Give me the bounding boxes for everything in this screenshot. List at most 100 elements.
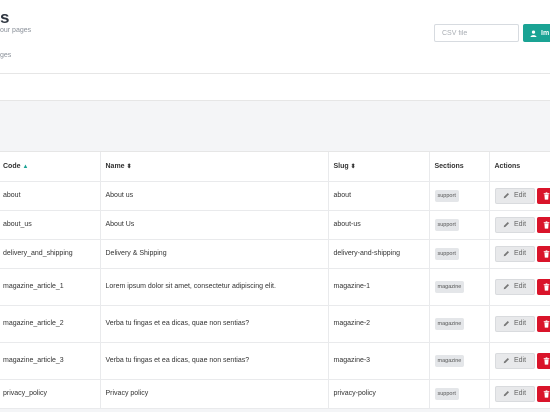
trash-icon (543, 282, 550, 291)
pencil-icon (503, 357, 509, 364)
cell-code: delivery_and_shipping (0, 239, 101, 269)
edit-button-label: Edit (513, 221, 527, 228)
row-actions: Edit (494, 315, 550, 332)
cell-actions: Edit (489, 305, 550, 343)
table-row: magazine_article_1 Lorem ipsum dolor sit … (0, 268, 550, 306)
pencil-icon (503, 221, 509, 228)
import-button[interactable]: Im (523, 24, 550, 42)
trash-icon (543, 220, 550, 229)
cell-sections: support (429, 379, 490, 409)
edit-button[interactable]: Edit (494, 278, 535, 295)
cell-sections: magazine (429, 342, 490, 380)
pencil-icon (503, 283, 509, 290)
section-badge: magazine (434, 317, 465, 330)
edit-button-label: Edit (513, 192, 527, 199)
cell-name: Verba tu fingas et ea dicas, quae non se… (100, 342, 329, 380)
trash-icon (543, 191, 550, 200)
cell-actions: Edit (489, 379, 550, 409)
table-row: about_us About Us about-us support Edit (0, 210, 550, 240)
page-subtitle: our pages (0, 27, 32, 34)
column-label: Name (105, 162, 125, 170)
cell-name: Lorem ipsum dolor sit amet, consectetur … (100, 268, 329, 306)
import-button-label: Im (541, 29, 550, 37)
cell-sections: support (429, 181, 490, 211)
filter-bar (0, 74, 550, 101)
trash-icon (543, 356, 550, 365)
cell-slug: privacy-policy (328, 379, 430, 409)
edit-button[interactable]: Edit (494, 187, 535, 204)
cell-sections: support (429, 210, 490, 240)
pencil-icon (503, 192, 509, 199)
edit-button[interactable]: Edit (494, 245, 535, 262)
delete-button[interactable] (536, 385, 550, 402)
section-badge: magazine (434, 280, 465, 293)
column-header-name[interactable]: Name ⬍ (100, 152, 329, 182)
breadcrumb: ges (0, 52, 12, 59)
section-badge: support (434, 189, 459, 202)
table-row: magazine_article_3 Verba tu fingas et ea … (0, 342, 550, 380)
delete-button[interactable] (536, 352, 550, 369)
delete-button[interactable] (536, 187, 550, 204)
column-label: Slug (333, 162, 349, 170)
delete-button[interactable] (536, 245, 550, 262)
column-header-actions: Actions (489, 152, 550, 182)
cell-actions: Edit (489, 268, 550, 306)
sort-icon: ⬍ (126, 163, 132, 170)
cell-actions: Edit (489, 239, 550, 269)
page-title: s (0, 8, 10, 27)
sort-icon: ⬍ (350, 163, 356, 170)
column-header-sections: Sections (429, 152, 490, 182)
cell-actions: Edit (489, 181, 550, 211)
edit-button-label: Edit (513, 250, 527, 257)
delete-button[interactable] (536, 315, 550, 332)
pencil-icon (503, 390, 509, 397)
edit-button[interactable]: Edit (494, 315, 535, 332)
column-header-code[interactable]: Code ▲ (0, 152, 101, 182)
edit-button[interactable]: Edit (494, 216, 535, 233)
cell-actions: Edit (489, 210, 550, 240)
user-icon (530, 29, 537, 37)
cell-code: magazine_article_2 (0, 305, 101, 343)
cell-code: about_us (0, 210, 101, 240)
trash-icon (543, 249, 550, 258)
section-badge: support (434, 247, 459, 260)
column-header-slug[interactable]: Slug ⬍ (328, 152, 430, 182)
cell-slug: magazine-3 (328, 342, 430, 380)
cell-slug: about (328, 181, 430, 211)
cell-slug: delivery-and-shipping (328, 239, 430, 269)
cell-name: Delivery & Shipping (100, 239, 329, 269)
cell-slug: magazine-1 (328, 268, 430, 306)
edit-button-label: Edit (513, 390, 527, 397)
row-actions: Edit (494, 216, 550, 233)
csv-file-input[interactable] (434, 24, 519, 42)
table-row: magazine_article_2 Verba tu fingas et ea … (0, 305, 550, 343)
table-row: about About us about support Edit (0, 181, 550, 211)
edit-button-label: Edit (513, 320, 527, 327)
row-actions: Edit (494, 278, 550, 295)
row-actions: Edit (494, 385, 550, 402)
trash-icon (543, 389, 550, 398)
cell-sections: magazine (429, 268, 490, 306)
delete-button[interactable] (536, 278, 550, 295)
cell-code: about (0, 181, 101, 211)
cell-sections: magazine (429, 305, 490, 343)
trash-icon (543, 319, 550, 328)
cell-name: Verba tu fingas et ea dicas, quae non se… (100, 305, 329, 343)
table-header-row: Code ▲ Name ⬍ Slug ⬍ Sections Actions (0, 152, 550, 182)
pencil-icon (503, 250, 509, 257)
section-badge: magazine (434, 354, 465, 367)
cell-slug: magazine-2 (328, 305, 430, 343)
pencil-icon (503, 320, 509, 327)
row-actions: Edit (494, 245, 550, 262)
cell-code: magazine_article_1 (0, 268, 101, 306)
section-badge: support (434, 387, 459, 400)
section-badge: support (434, 218, 459, 231)
pages-table: Code ▲ Name ⬍ Slug ⬍ Sections Actions about… (0, 151, 550, 409)
column-label: Code (3, 162, 21, 170)
cell-name: About us (100, 181, 329, 211)
edit-button[interactable]: Edit (494, 385, 535, 402)
cell-code: privacy_policy (0, 379, 101, 409)
cell-code: magazine_article_3 (0, 342, 101, 380)
delete-button[interactable] (536, 216, 550, 233)
edit-button[interactable]: Edit (494, 352, 535, 369)
